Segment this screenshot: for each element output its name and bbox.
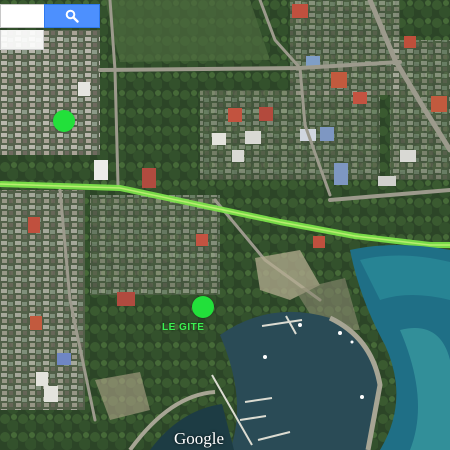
satellite-imagery (0, 0, 450, 450)
map-marker-label-le-gite: LE GITE (162, 322, 205, 333)
satellite-map[interactable]: LE GITE Google (0, 0, 450, 450)
search-icon (65, 9, 79, 23)
search-suggestions (0, 30, 44, 50)
search-button[interactable] (44, 4, 100, 28)
map-marker-le-gite[interactable] (192, 296, 214, 318)
search-box[interactable] (0, 4, 44, 28)
map-marker-pin[interactable] (53, 110, 75, 132)
search-input[interactable] (1, 5, 44, 27)
google-logo: Google (174, 429, 225, 448)
